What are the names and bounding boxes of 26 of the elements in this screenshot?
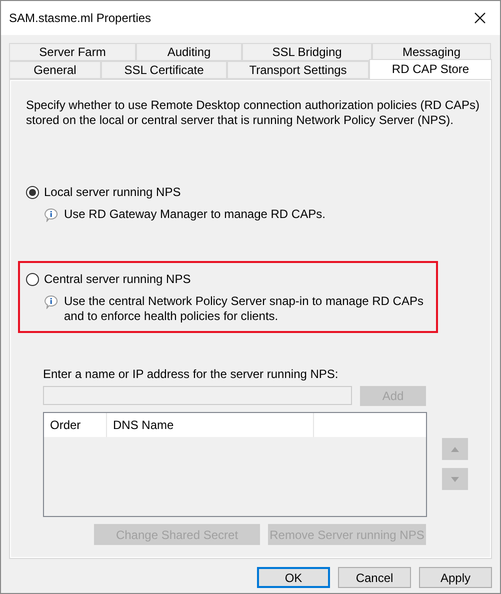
close-icon[interactable] xyxy=(474,12,486,24)
tab[interactable]: SSL Bridging xyxy=(242,43,372,61)
info-text: Use RD Gateway Manager to manage RD CAPs. xyxy=(64,207,326,222)
column-header[interactable]: Order xyxy=(44,413,107,437)
dialog-button[interactable]: Cancel xyxy=(338,567,411,588)
info-text: Use the central Network Policy Server snap-in to manage RD CAPs and to enforce health policies for clients. xyxy=(64,294,424,324)
up-triangle-icon xyxy=(451,446,459,452)
info-icon xyxy=(44,295,58,309)
tab[interactable]: SSL Certificate xyxy=(101,61,227,79)
radio-button[interactable] xyxy=(26,272,39,286)
description-text: Specify whether to use Remote Desktop connection authorization policies (RD CAPs) stored on the local or central server that is running Network Policy Server (NPS). xyxy=(26,98,481,128)
window-title: SAM.stasme.ml Properties xyxy=(9,10,152,27)
tab[interactable]: Transport Settings xyxy=(227,61,369,79)
ok-button[interactable]: OK xyxy=(257,567,330,588)
tab[interactable]: General xyxy=(9,61,101,79)
option-label[interactable]: Local server running NPS xyxy=(44,183,181,201)
tab[interactable]: Server Farm xyxy=(9,43,136,61)
radio-button[interactable] xyxy=(26,186,39,198)
info-icon xyxy=(44,208,58,222)
down-triangle-icon xyxy=(451,476,459,482)
tab[interactable]: Auditing xyxy=(136,43,242,61)
tab[interactable]: RD CAP Store xyxy=(369,59,492,79)
field-label: Enter a name or IP address for the server running NPS: xyxy=(43,366,340,383)
option-label[interactable]: Central server running NPS xyxy=(44,270,191,288)
column-header[interactable]: DNS Name xyxy=(107,413,314,437)
dialog-button[interactable]: Apply xyxy=(419,567,492,588)
